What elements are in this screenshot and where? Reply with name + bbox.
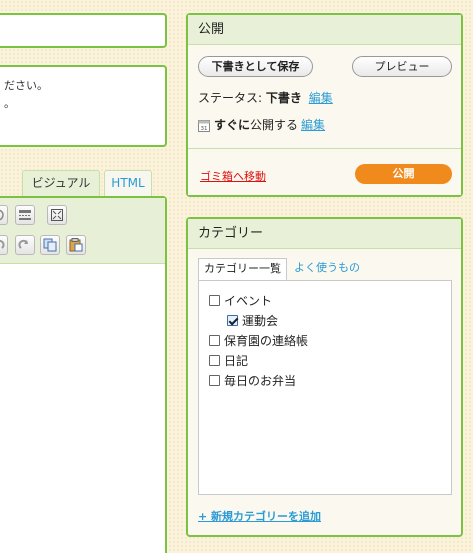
category-checkbox[interactable] xyxy=(209,354,220,366)
category-checkbox[interactable] xyxy=(227,314,238,326)
category-label: 日記 xyxy=(224,353,249,368)
schedule-edit-link[interactable]: 編集 xyxy=(301,117,325,133)
status-value: 下書き xyxy=(265,91,302,105)
status-edit-link[interactable]: 編集 xyxy=(309,91,333,105)
add-new-category-link[interactable]: + 新規カテゴリーを追加 xyxy=(198,508,321,524)
redo-icon[interactable] xyxy=(15,235,35,255)
category-item[interactable]: 運動会 xyxy=(209,310,451,330)
category-item[interactable]: 毎日のお弁当 xyxy=(209,370,451,390)
publish-panel: 公開 下書きとして保存 プレビュー ステータス: 下書き 編集 31 すぐに 公… xyxy=(186,13,463,197)
category-checkbox[interactable] xyxy=(209,294,220,306)
category-label: 保育園の連絡帳 xyxy=(224,333,309,348)
paste-icon[interactable] xyxy=(66,235,86,255)
category-label: 毎日のお弁当 xyxy=(224,373,297,388)
category-label: イベント xyxy=(224,293,273,308)
publish-footer: ゴミ箱へ移動 公開 xyxy=(188,148,461,195)
preview-button[interactable]: プレビュー xyxy=(352,56,452,77)
more-tag-icon[interactable] xyxy=(15,205,35,225)
instruction-box: ださい。 。 xyxy=(0,65,167,147)
status-row: ステータス: 下書き 編集 xyxy=(198,90,333,106)
publish-button[interactable]: 公開 xyxy=(355,164,452,184)
tab-html[interactable]: HTML xyxy=(104,170,152,196)
copy-icon[interactable] xyxy=(40,235,60,255)
schedule-prefix: すぐに xyxy=(214,118,251,132)
fullscreen-icon[interactable] xyxy=(47,205,67,225)
category-label: 運動会 xyxy=(242,313,279,328)
category-item[interactable]: イベント xyxy=(209,290,451,310)
toolbar-partial-icon[interactable] xyxy=(0,205,8,225)
svg-text:31: 31 xyxy=(201,126,208,132)
tab-all-categories[interactable]: カテゴリー一覧 xyxy=(198,258,287,281)
status-label: ステータス: xyxy=(198,91,263,105)
post-editor[interactable] xyxy=(0,196,167,553)
move-to-trash-link[interactable]: ゴミ箱へ移動 xyxy=(200,168,266,184)
category-tabs: カテゴリー一覧 よく使うもの xyxy=(198,258,367,281)
category-checklist: イベント 運動会 保育園の連絡帳 日記 毎日のお弁当 xyxy=(198,280,452,495)
instruction-line-1: ださい。 xyxy=(4,79,48,92)
category-checkbox[interactable] xyxy=(209,334,220,346)
categories-panel: カテゴリー カテゴリー一覧 よく使うもの イベント 運動会 保育園の連絡帳 日記… xyxy=(186,217,463,537)
category-item[interactable]: 日記 xyxy=(209,350,451,370)
schedule-suffix: 公開する xyxy=(250,118,299,132)
category-checkbox[interactable] xyxy=(209,374,220,386)
schedule-row: 31 すぐに 公開する 編集 xyxy=(198,117,325,133)
tab-visual[interactable]: ビジュアル xyxy=(22,170,100,196)
calendar-icon: 31 xyxy=(198,119,210,132)
undo-icon[interactable] xyxy=(0,235,8,255)
categories-panel-title: カテゴリー xyxy=(188,219,461,249)
tab-most-used[interactable]: よく使うもの xyxy=(287,258,367,280)
editor-toolbar xyxy=(0,198,165,264)
category-item[interactable]: 保育園の連絡帳 xyxy=(209,330,451,350)
instruction-line-2: 。 xyxy=(4,97,15,110)
post-title-input[interactable] xyxy=(0,13,167,48)
publish-panel-title: 公開 xyxy=(188,15,461,45)
save-draft-button[interactable]: 下書きとして保存 xyxy=(198,56,313,77)
